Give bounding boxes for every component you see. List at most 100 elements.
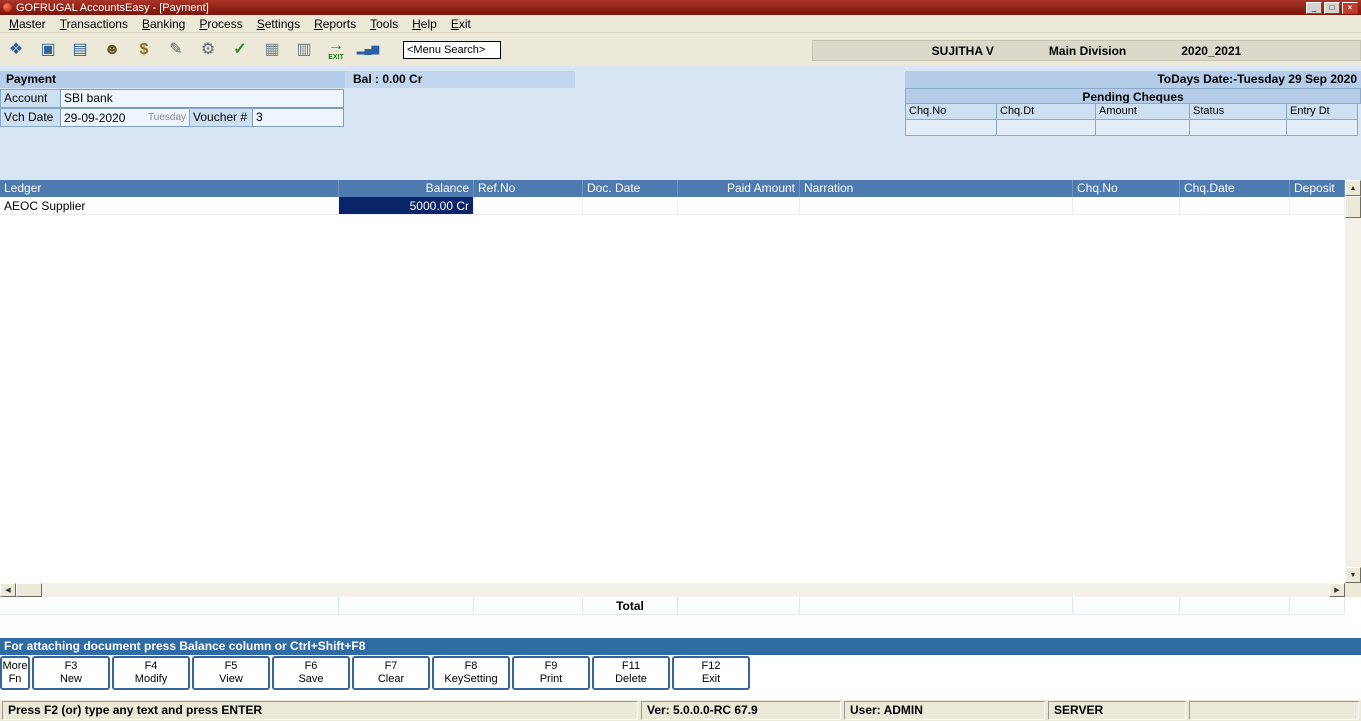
col-narration: Narration [800,180,1073,197]
exit-icon-label: EXIT [328,54,344,61]
f4-modify-button[interactable]: F4 Modify [112,656,190,690]
maximize-button[interactable]: □ [1324,2,1340,14]
exit-icon[interactable]: → EXIT [323,37,349,63]
function-key-bar: More Fn F3 New F4 Modify F5 View F6 Save… [0,656,750,690]
row-refno-cell[interactable] [474,197,583,215]
voucher-number-label: Voucher # [189,108,253,127]
account-field[interactable]: SBI bank [60,89,344,108]
status-hint: Press F2 (or) type any text and press EN… [2,701,638,720]
menu-exit[interactable]: Exit [444,15,478,33]
vch-day-hint: Tuesday [148,112,186,123]
ledger-table: Ledger Balance Ref.No Doc. Date Paid Amo… [0,180,1345,583]
horizontal-scroll-thumb[interactable] [16,583,42,597]
contacts-icon[interactable]: ☻ [99,37,125,63]
pc-col-entrydt: Entry Dt [1286,103,1358,120]
grid-icon[interactable]: ▦ [259,37,285,63]
scroll-left-icon[interactable]: ◀ [0,583,16,597]
session-info-bar: SUJITHA V Main Division 2020_2021 [812,40,1361,61]
menu-settings[interactable]: Settings [250,15,307,33]
f6-save-button[interactable]: F6 Save [272,656,350,690]
app-icon [3,3,12,12]
status-user: User: ADMIN [844,701,1045,720]
cash-icon[interactable]: $ [131,37,157,63]
f5-view-button[interactable]: F5 View [192,656,270,690]
session-division: Main Division [1049,44,1126,58]
voucher-icon[interactable]: ❖ [3,37,29,63]
minimize-button[interactable]: _ [1306,2,1322,14]
pending-cheques-title: Pending Cheques [905,88,1361,104]
settings-icon[interactable]: ⚙ [195,37,221,63]
menu-tools[interactable]: Tools [363,15,405,33]
pending-cheques-header: Chq.No Chq.Dt Amount Status Entry Dt [905,104,1361,120]
pending-cheques-empty-row [905,120,1361,136]
row-narration-cell[interactable] [800,197,1073,215]
cheque-icon[interactable]: ✎ [163,37,189,63]
row-docdate-cell[interactable] [583,197,678,215]
f3-new-button[interactable]: F3 New [32,656,110,690]
total-label: Total [583,597,678,615]
row-paidamount-cell[interactable] [678,197,800,215]
ledger-icon[interactable]: ▤ [67,37,93,63]
vertical-scrollbar: ▲ ▼ [1345,180,1361,583]
col-paidamount: Paid Amount [678,180,800,197]
session-fiscal-year: 2020_2021 [1181,44,1241,58]
pending-cheques-panel: Pending Cheques Chq.No Chq.Dt Amount Sta… [905,88,1361,180]
todays-date-label: ToDays Date:-Tuesday 29 Sep 2020 [905,71,1361,88]
col-deposit: Deposit [1290,180,1345,197]
horizontal-scrollbar: ◀ ▶ [0,583,1345,597]
vch-date-label: Vch Date [0,108,61,127]
session-user: SUJITHA V [932,44,994,58]
close-button[interactable]: × [1342,2,1358,14]
f11-delete-button[interactable]: F11 Delete [592,656,670,690]
status-empty-panel [1189,701,1359,720]
menu-bar: Master Transactions Banking Process Sett… [0,15,1361,33]
menu-process[interactable]: Process [192,15,249,33]
window-title: GOFRUGAL AccountsEasy - [Payment] [16,2,1306,14]
total-row: Total [0,597,1345,615]
voucher-date-row: Vch Date 29-09-2020 Tuesday Voucher # 3 [0,108,344,127]
f9-print-button[interactable]: F9 Print [512,656,590,690]
pc-col-chqdt: Chq.Dt [996,103,1096,120]
scroll-up-icon[interactable]: ▲ [1345,180,1361,196]
scroll-right-icon[interactable]: ▶ [1329,583,1345,597]
col-docdate: Doc. Date [583,180,678,197]
chart-icon[interactable]: ▂▄▆ [355,37,381,63]
pc-col-chqno: Chq.No [905,103,997,120]
f7-clear-button[interactable]: F7 Clear [352,656,430,690]
voucher-number-field[interactable]: 3 [252,108,344,127]
more-fn-button[interactable]: More Fn [0,656,30,690]
app-window: GOFRUGAL AccountsEasy - [Payment] _ □ × … [0,0,1361,721]
payment-title: Payment [0,71,345,88]
row-balance-cell-selected[interactable]: 5000.00 Cr [339,197,474,215]
title-bar: GOFRUGAL AccountsEasy - [Payment] _ □ × [0,0,1361,15]
vertical-scroll-thumb[interactable] [1345,196,1361,218]
menu-help[interactable]: Help [405,15,444,33]
scrollbar-corner [1345,583,1361,597]
save-icon[interactable]: ▣ [35,37,61,63]
account-row: Account SBI bank [0,89,344,108]
f8-keysetting-button[interactable]: F8 KeySetting [432,656,510,690]
col-chqno: Chq.No [1073,180,1180,197]
menu-master[interactable]: Master [2,15,53,33]
row-deposit-cell[interactable] [1290,197,1345,215]
vch-date-field[interactable]: 29-09-2020 Tuesday [60,108,190,127]
printer-icon[interactable]: ▥ [291,37,317,63]
menu-search-input[interactable] [403,41,501,59]
row-chqno-cell[interactable] [1073,197,1180,215]
table-row[interactable]: AEOC Supplier 5000.00 Cr [0,197,1345,215]
row-chqdate-cell[interactable] [1180,197,1290,215]
row-ledger-cell[interactable]: AEOC Supplier [0,197,339,215]
approve-icon[interactable]: ✓ [227,37,253,63]
ledger-table-header: Ledger Balance Ref.No Doc. Date Paid Amo… [0,180,1345,197]
menu-transactions[interactable]: Transactions [53,15,135,33]
menu-banking[interactable]: Banking [135,15,192,33]
account-label: Account [0,89,61,108]
vch-date-value: 29-09-2020 [64,111,125,125]
scroll-down-icon[interactable]: ▼ [1345,567,1361,583]
menu-reports[interactable]: Reports [307,15,363,33]
f12-exit-button[interactable]: F12 Exit [672,656,750,690]
col-ledger: Ledger [0,180,339,197]
attachment-hint-bar: For attaching document press Balance col… [0,638,1361,655]
pc-col-status: Status [1189,103,1287,120]
col-chqdate: Chq.Date [1180,180,1290,197]
